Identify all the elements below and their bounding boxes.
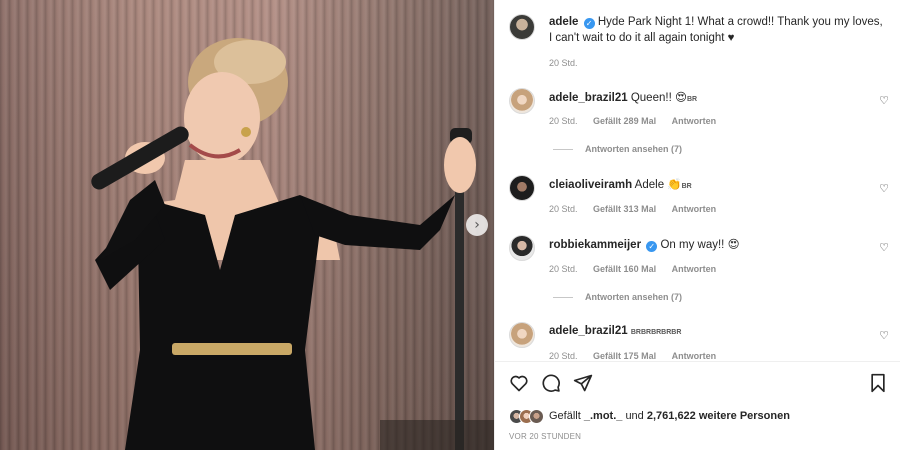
post-photo[interactable]: › (0, 0, 494, 450)
comment-text: cleiaoliveiramh Adele 👏BR (549, 177, 692, 191)
comment-meta: 20 Std. Gefällt 175 Mal Antworten (549, 351, 717, 361)
author-avatar[interactable] (509, 14, 535, 40)
post-timestamp: VOR 20 STUNDEN (509, 432, 582, 441)
liker-username[interactable]: _.mot._ (584, 410, 623, 422)
comment-avatar[interactable] (509, 322, 535, 348)
comment-username[interactable]: cleiaoliveiramh (549, 179, 632, 191)
comment-avatar[interactable] (509, 88, 535, 114)
comment-likes-count[interactable]: Gefällt 289 Mal (593, 116, 656, 126)
comment-like-heart-icon[interactable]: ♡ (879, 94, 889, 107)
comment-like-heart-icon[interactable]: ♡ (879, 182, 889, 195)
action-bar (495, 368, 900, 398)
comment-like-heart-icon[interactable]: ♡ (879, 241, 889, 254)
likes-connector: und (625, 410, 644, 422)
caption-line-1: Hyde Park Night 1! What a crowd!! Thank … (597, 16, 883, 28)
comment-text: robbiekammeijer ✓ On my way!! 😍 (549, 237, 740, 252)
post-caption: adele ✓ Hyde Park Night 1! What a crowd!… (549, 14, 889, 46)
comment-meta: 20 Std. Gefällt 289 Mal Antworten (549, 116, 717, 126)
verified-badge-icon: ✓ (646, 241, 658, 252)
likes-count[interactable]: 2,761,622 (647, 410, 696, 422)
reply-button[interactable]: Antworten (672, 264, 717, 274)
verified-badge-icon: ✓ (583, 18, 595, 29)
view-replies-button[interactable]: Antworten ansehen (7) (553, 144, 682, 154)
comment-likes-count[interactable]: Gefällt 160 Mal (593, 264, 656, 274)
send-icon[interactable] (573, 373, 593, 393)
reply-button[interactable]: Antworten (672, 116, 717, 126)
author-username[interactable]: adele (549, 16, 578, 28)
comment-username[interactable]: adele_brazil21 (549, 92, 628, 104)
likes-suffix[interactable]: weitere Personen (699, 410, 790, 422)
comments-scroll[interactable]: adele ✓ Hyde Park Night 1! What a crowd!… (495, 0, 900, 362)
reply-button[interactable]: Antworten (672, 204, 717, 214)
caption-age: 20 Std. (549, 58, 578, 68)
singer-illustration (91, 38, 494, 450)
comment-meta: 20 Std. Gefällt 313 Mal Antworten (549, 204, 717, 214)
comment-text: adele_brazil21 BRBRBRBRBR (549, 325, 682, 337)
comment-like-heart-icon[interactable]: ♡ (879, 329, 889, 342)
comment-text: adele_brazil21 Queen!! 😍BR (549, 90, 698, 104)
post-panel: adele ✓ Hyde Park Night 1! What a crowd!… (494, 0, 900, 450)
bookmark-icon[interactable] (869, 373, 887, 393)
comment-username[interactable]: adele_brazil21 (549, 325, 628, 337)
chevron-right-icon[interactable]: › (466, 214, 488, 236)
comment-username[interactable]: robbiekammeijer (549, 239, 641, 251)
caption-line-2: I can't wait to do it all again tonight … (549, 32, 735, 44)
heart-icon[interactable] (509, 373, 529, 393)
likes-prefix: Gefällt (549, 410, 581, 422)
comment-avatar[interactable] (509, 235, 535, 261)
comment-icon[interactable] (541, 373, 561, 393)
likes-summary[interactable]: Gefällt _.mot._ und 2,761,622 weitere Pe… (509, 406, 790, 426)
comment-likes-count[interactable]: Gefällt 175 Mal (593, 351, 656, 361)
reply-button[interactable]: Antworten (672, 351, 717, 361)
comment-meta: 20 Std. Gefällt 160 Mal Antworten (549, 264, 717, 274)
liker-avatar (529, 408, 544, 424)
view-replies-button[interactable]: Antworten ansehen (7) (553, 292, 682, 302)
comment-avatar[interactable] (509, 175, 535, 201)
comment-likes-count[interactable]: Gefällt 313 Mal (593, 204, 656, 214)
